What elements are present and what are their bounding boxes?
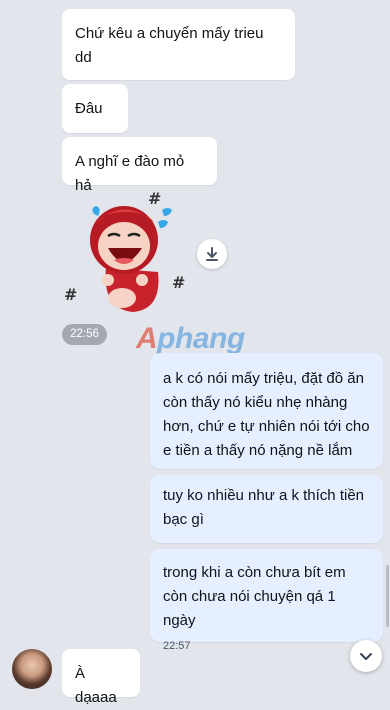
watermark-logo: Aphang xyxy=(136,322,245,355)
scroll-to-bottom-button[interactable] xyxy=(350,640,382,672)
message-text: a k có nói mấy triệu, đặt đồ ăn còn thấy… xyxy=(163,370,370,459)
download-icon xyxy=(206,247,218,261)
time-badge: 22:56 xyxy=(62,324,107,345)
sticker-message[interactable]: # # # xyxy=(62,188,192,316)
sent-message[interactable]: tuy ko nhiều như a k thích tiền bạc gì xyxy=(150,475,383,543)
svg-text:#: # xyxy=(148,189,161,208)
message-text: Chứ kêu a chuyển mấy trieu dd xyxy=(75,25,264,66)
message-text: Đâu xyxy=(75,100,103,117)
received-message[interactable]: Đâu xyxy=(62,84,128,133)
chevron-down-icon xyxy=(360,653,372,660)
message-text: tuy ko nhiều như a k thích tiền bạc gì xyxy=(163,487,364,528)
message-text: trong khi a còn chưa bít em còn chưa nói… xyxy=(163,564,346,629)
download-button[interactable] xyxy=(197,239,227,269)
message-time: 22:57 xyxy=(163,640,191,652)
message-text: À dạaaa xyxy=(75,665,117,706)
received-message[interactable]: À dạaaa xyxy=(62,649,140,706)
scrollbar[interactable] xyxy=(386,565,389,627)
crying-laughing-sticker-icon: # # # xyxy=(64,189,185,312)
sent-message[interactable]: a k có nói mấy triệu, đặt đồ ăn còn thấy… xyxy=(150,353,383,469)
svg-text:#: # xyxy=(64,285,77,304)
sent-message[interactable]: trong khi a còn chưa bít em còn chưa nói… xyxy=(150,549,383,652)
svg-text:#: # xyxy=(172,273,185,292)
received-message[interactable]: A nghĩ e đào mỏ hả xyxy=(62,137,217,194)
received-message[interactable]: Chứ kêu a chuyển mấy trieu dd xyxy=(62,9,295,80)
avatar[interactable] xyxy=(12,649,52,689)
